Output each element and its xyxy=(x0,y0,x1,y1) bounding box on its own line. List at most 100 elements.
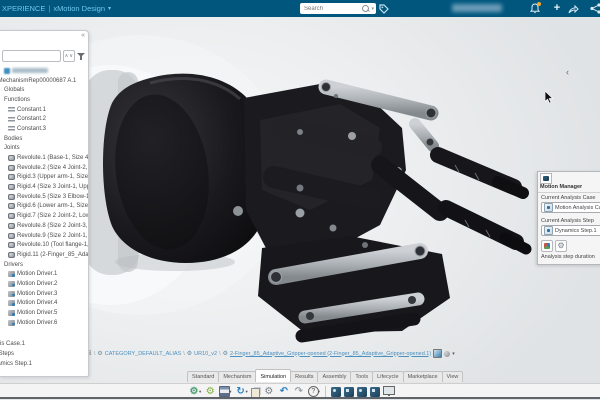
3d-viewport[interactable]: ‹ xyxy=(0,17,600,400)
breadcrumb-item[interactable]: 2-Finger_85_Adaptive_Gripper-opened (2-F… xyxy=(230,351,431,357)
tree-item[interactable]: Constant.1 xyxy=(0,105,88,115)
display-icon[interactable] xyxy=(383,388,395,395)
share-arrow-icon[interactable] xyxy=(566,2,580,15)
tree-item[interactable]: Motion Driver.6 xyxy=(0,318,88,328)
dropdown-caret-icon[interactable]: ▾ xyxy=(246,389,248,395)
tree-item[interactable]: Functions xyxy=(0,95,88,105)
tab-assembly[interactable]: Assembly xyxy=(317,371,351,382)
search-input[interactable] xyxy=(302,5,362,13)
dropdown-caret-icon[interactable]: ▾ xyxy=(318,389,320,395)
tree-item[interactable]: Joints xyxy=(0,144,88,154)
filter-funnel-icon[interactable] xyxy=(77,52,85,61)
save-icon[interactable]: ▾ xyxy=(219,386,231,397)
tree-item[interactable]: Revolute.9 (Size 2 Joint-1, Size 2 ... xyxy=(0,231,88,241)
tab-mechanism[interactable]: Mechanism xyxy=(218,371,256,382)
tab-marketplace[interactable]: Marketplace xyxy=(403,371,443,382)
tree-item[interactable]: Constant.3 xyxy=(0,124,88,134)
tree-item-label-redacted xyxy=(12,68,48,73)
update-icon[interactable]: ↻▾ xyxy=(235,386,248,398)
tag-icon[interactable] xyxy=(378,3,390,14)
tab-standard[interactable]: Standard xyxy=(187,371,219,382)
tree-item[interactable]: Rigid.6 (Lower arm-1, Size 3 Elbo... xyxy=(0,202,88,212)
tree-item[interactable]: Bodies xyxy=(0,134,88,144)
simulation-tool-1-icon[interactable] xyxy=(331,387,341,397)
tree-item[interactable]: s Steps xyxy=(0,349,88,359)
tab-results[interactable]: Results xyxy=(290,371,318,382)
analysis-step-icon xyxy=(544,226,553,235)
search-scope-chevron-icon[interactable]: ▾ xyxy=(371,6,374,12)
joint-icon xyxy=(8,174,15,180)
notifications-bell-icon[interactable] xyxy=(528,2,542,15)
tree-item[interactable]: Rigid.7 (Size 2 Joint-2, Lower ar... xyxy=(0,211,88,221)
analysis-case-select[interactable]: Motion Analysis Case xyxy=(541,202,600,213)
tree-item[interactable]: Rigid.11 (2-Finger_85_Adaptive_... xyxy=(0,250,88,260)
object-badge-icon[interactable] xyxy=(433,349,442,358)
notification-dot xyxy=(537,2,541,6)
tab-tools[interactable]: Tools xyxy=(350,371,373,382)
share-network-icon[interactable] xyxy=(588,2,600,15)
chevron-up-icon[interactable]: ∧ xyxy=(65,53,69,59)
breadcrumb-item[interactable]: UR10_v2 xyxy=(194,351,217,357)
dropdown-caret-icon[interactable]: ▾ xyxy=(229,389,231,395)
tab-view[interactable]: View xyxy=(442,371,464,382)
undo-icon[interactable]: ↶ xyxy=(278,386,290,398)
tree-item[interactable]: Rigid.3 (Upper arm-1, Size 4 Join... xyxy=(0,173,88,183)
tree-item[interactable] xyxy=(0,66,88,76)
step-options-button[interactable]: ⚙ xyxy=(555,240,567,252)
tree-item-label: Joints xyxy=(4,145,20,151)
tree-item[interactable]: Constant.2 xyxy=(0,114,88,124)
tree-item[interactable]: Motion Driver.2 xyxy=(0,279,88,289)
breadcrumb-caret-icon[interactable]: ▾ xyxy=(452,351,455,357)
motion-manager-tab[interactable] xyxy=(540,173,552,184)
tab-simulation[interactable]: Simulation xyxy=(255,369,291,382)
driver-icon xyxy=(8,320,15,326)
tree-item[interactable]: ysis Case.1 xyxy=(0,340,88,350)
tree-item[interactable]: Revolute.2 (Size 4 Joint-2, Size 4 ... xyxy=(0,163,88,173)
search-icon[interactable] xyxy=(362,5,369,12)
tree-item[interactable]: Motion Driver.5 xyxy=(0,308,88,318)
simulation-tool-3-icon[interactable] xyxy=(357,387,367,397)
help-icon[interactable]: ?▾ xyxy=(308,386,320,397)
tree-item[interactable]: Revolute.8 (Size 2 Joint-3, Size 2 ... xyxy=(0,221,88,231)
simulate-gear-icon[interactable]: ⚙▾ xyxy=(188,386,201,398)
analysis-case-icon xyxy=(544,203,553,212)
joint-icon xyxy=(8,203,15,209)
tab-lifecycle[interactable]: Lifecycle xyxy=(372,371,403,382)
tree-search-field[interactable] xyxy=(2,50,61,62)
tree-item[interactable]: Globals xyxy=(0,85,88,95)
3d-model-gripper[interactable] xyxy=(0,17,600,400)
right-panel-collapse-chevron[interactable]: ‹ xyxy=(566,67,569,77)
simulation-settings-button[interactable] xyxy=(541,240,553,252)
tree-item[interactable]: Motion Driver.4 xyxy=(0,299,88,309)
panel-collapse-icon[interactable]: « xyxy=(81,32,85,39)
tree-item[interactable]: Revolute.5 (Size 3 Elbow-1, Size ... xyxy=(0,192,88,202)
redo-icon[interactable]: ↷ xyxy=(293,386,305,398)
mechanism-gear-icon[interactable]: ⚙ xyxy=(204,386,216,398)
tree-item[interactable]: Drivers xyxy=(0,260,88,270)
tree-item[interactable]: Rigid.4 (Size 3 Joint-1, Upper ar... xyxy=(0,182,88,192)
sphere-icon[interactable] xyxy=(444,351,450,357)
options-gear-icon[interactable]: ⚙ xyxy=(263,386,275,398)
paste-icon[interactable] xyxy=(251,386,260,398)
tree-item[interactable]: namics Step.1 xyxy=(0,359,88,369)
global-search[interactable]: ▾ xyxy=(300,3,376,14)
tree-item[interactable]: TMechanismRep00000687 A.1 xyxy=(0,76,88,86)
search-prev-next[interactable]: ∧∨ xyxy=(63,50,75,62)
simulation-tool-4-icon[interactable] xyxy=(370,387,380,397)
simulation-tool-2-icon[interactable] xyxy=(344,387,354,397)
breadcrumb-item[interactable]: CATEGORY_DEFAULT_ALIAS xyxy=(105,351,181,357)
app-menu[interactable]: XPERIENCE | xMotion Design ▾ xyxy=(2,4,111,13)
gear-icon: ⚙ xyxy=(557,242,564,250)
add-content-icon[interactable]: + xyxy=(550,2,564,15)
tree-item[interactable]: Revolute.1 (Base-1, Size 4 Joint-1) xyxy=(0,153,88,163)
tree-item[interactable]: Revolute.10 (Tool flange-1, Size 2... xyxy=(0,240,88,250)
tree-item-label: Motion Driver.1 xyxy=(17,271,57,277)
analysis-step-select[interactable]: Dynamics Step.1 xyxy=(541,225,600,236)
tree-item[interactable]: Motion Driver.1 xyxy=(0,269,88,279)
top-bar: XPERIENCE | xMotion Design ▾ ▾ + xyxy=(0,0,600,17)
tree-item[interactable]: Motion Driver.3 xyxy=(0,289,88,299)
chevron-down-icon[interactable]: ∨ xyxy=(69,53,73,59)
dropdown-caret-icon[interactable]: ▾ xyxy=(199,389,201,395)
user-name-redacted[interactable] xyxy=(452,4,502,12)
tree-search-input[interactable] xyxy=(3,53,60,59)
